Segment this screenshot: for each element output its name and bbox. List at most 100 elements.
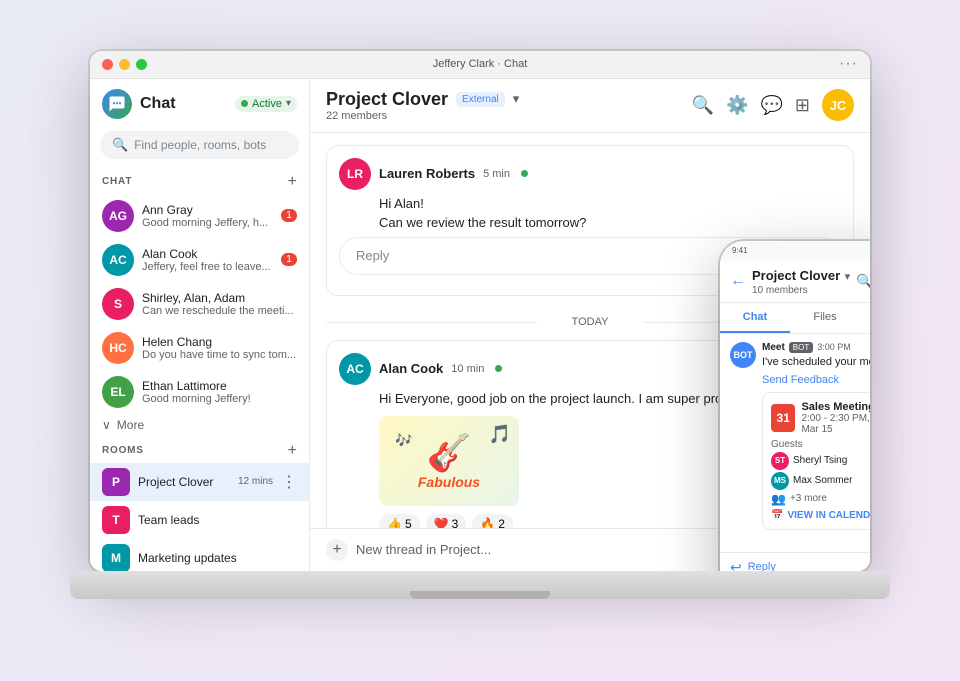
sidebar-item-helen-chang[interactable]: HC Helen Chang Do you have time to sync …: [90, 326, 309, 370]
guests-label: Guests: [771, 439, 870, 450]
meeting-time: 2:00 - 2:30 PM, Wed Mar 15: [801, 413, 870, 435]
window-menu-icon[interactable]: ···: [839, 55, 858, 73]
mobile-reply-bar[interactable]: ↩ Reply: [720, 552, 870, 571]
gif-image: 🎸 Fabulous 🎵 🎶: [379, 416, 519, 506]
reaction-heart[interactable]: ❤️ 3: [426, 514, 467, 528]
guest-name: Max Sommer: [793, 475, 852, 486]
sidebar-item-marketing-updates[interactable]: M Marketing updates: [90, 539, 309, 571]
active-status[interactable]: Active ▾: [235, 96, 297, 112]
room-time: 12 mins: [238, 476, 273, 487]
external-badge: External: [456, 92, 505, 107]
traffic-lights: [102, 59, 147, 70]
mobile-bot-message: BOT Meet BOT 3:00 PM I've scheduled your…: [730, 342, 870, 530]
chat-preview: Do you have time to sync tom...: [142, 349, 297, 361]
message-text: I've scheduled your meeting.: [762, 355, 870, 370]
send-feedback-link[interactable]: Send Feedback: [762, 374, 839, 386]
members-count: 22 members: [326, 110, 519, 122]
minimize-button[interactable]: [119, 59, 130, 70]
title-bar: Jeffery Clark · Chat ···: [90, 51, 870, 79]
reaction-count: 3: [452, 517, 459, 528]
search-icon[interactable]: 🔍: [692, 95, 714, 116]
maximize-button[interactable]: [136, 59, 147, 70]
window-title: Jeffery Clark · Chat: [433, 58, 528, 70]
guest-avatar: MS: [771, 472, 789, 490]
avatar: AC: [339, 353, 371, 385]
calendar-header: 31 Sales Meeting 2:00 - 2:30 PM, Wed Mar…: [771, 401, 870, 435]
bot-name: Meet: [762, 342, 785, 353]
message-author: Lauren Roberts: [379, 166, 475, 181]
active-chevron-icon: ▾: [286, 98, 291, 109]
online-indicator: [521, 170, 528, 177]
guest-item: MS Max Sommer: [771, 472, 870, 490]
view-calendar-link[interactable]: 📅 VIEW IN CALENDAR: [771, 510, 870, 521]
gif-text: Fabulous: [418, 474, 480, 490]
chat-preview: Jeffery, feel free to leave...: [142, 261, 273, 273]
guest-avatar: ST: [771, 452, 789, 470]
reaction-count: 5: [405, 517, 412, 528]
search-icon[interactable]: 🔍: [856, 273, 870, 290]
guest-item: ST Sheryl Tsing: [771, 452, 870, 470]
sidebar-item-alan-cook[interactable]: AC Alan Cook Jeffery, feel free to leave…: [90, 238, 309, 282]
app-logo: [102, 89, 132, 119]
room-name: Team leads: [138, 513, 297, 527]
bot-avatar: BOT: [730, 342, 756, 368]
active-dot: [241, 100, 248, 107]
sidebar-item-team-leads[interactable]: T Team leads: [90, 501, 309, 539]
search-bar[interactable]: 🔍 Find people, rooms, bots: [100, 131, 299, 159]
sidebar-item-shirley-alan-adam[interactable]: S Shirley, Alan, Adam Can we reschedule …: [90, 282, 309, 326]
calendar-date: 31: [771, 404, 795, 432]
chat-preview: Can we reschedule the meeti...: [142, 305, 297, 317]
meeting-name: Sales Meeting: [801, 401, 870, 413]
calendar-icon: 📅: [771, 510, 783, 521]
room-icon: M: [102, 544, 130, 571]
mobile-message-content: Meet BOT 3:00 PM I've scheduled your mee…: [762, 342, 870, 530]
room-icon: T: [102, 506, 130, 534]
meeting-info: Sales Meeting 2:00 - 2:30 PM, Wed Mar 15: [801, 401, 870, 435]
sidebar-item-ann-gray[interactable]: AG Ann Gray Good morning Jeffery, h... 1: [90, 194, 309, 238]
chat-name: Ethan Lattimore: [142, 379, 297, 393]
add-room-icon[interactable]: +: [288, 442, 297, 460]
sidebar-item-ethan-lattimore[interactable]: EL Ethan Lattimore Good morning Jeffery!: [90, 370, 309, 414]
message-text: Hi Alan!Can we review the result tomorro…: [339, 194, 841, 233]
avatar: LR: [339, 158, 371, 190]
back-icon[interactable]: ←: [730, 272, 746, 290]
dropdown-chevron-icon[interactable]: ▾: [513, 91, 520, 107]
apps-icon[interactable]: ⊞: [795, 95, 810, 116]
unread-badge: 1: [281, 209, 297, 222]
room-title-group: Project Clover External ▾ 22 members: [326, 89, 519, 122]
room-icon: P: [102, 468, 130, 496]
user-avatar[interactable]: JC: [822, 89, 854, 121]
guest-name: Sheryl Tsing: [793, 455, 847, 466]
reaction-fire[interactable]: 🔥 2: [472, 514, 513, 528]
tab-files[interactable]: Files: [790, 303, 860, 333]
sidebar-item-project-clover[interactable]: P Project Clover 12 mins ⋮: [90, 463, 309, 501]
active-label: Active: [252, 98, 282, 110]
reply-icon: ↩: [730, 559, 742, 571]
heart-icon: ❤️: [434, 517, 449, 528]
chat-info: Shirley, Alan, Adam Can we reschedule th…: [142, 291, 297, 317]
avatar: EL: [102, 376, 134, 408]
unread-badge: 1: [281, 253, 297, 266]
reply-label: Reply: [748, 561, 776, 571]
avatar: AC: [102, 244, 134, 276]
tab-chat[interactable]: Chat: [720, 303, 790, 333]
tab-tasks[interactable]: Tasks: [860, 303, 870, 333]
mobile-room-info: Project Clover ▾ 10 members: [752, 267, 850, 296]
chat-section-header: CHAT +: [90, 167, 309, 194]
header-actions: 🔍 ⚙️ 💬 ⊞ JC: [692, 89, 854, 121]
mobile-room-name: Project Clover: [752, 268, 840, 283]
mobile-header-icons: 🔍 ⋮: [856, 273, 870, 290]
avatar: AG: [102, 200, 134, 232]
chat-bubble-icon[interactable]: 💬: [760, 95, 782, 116]
message-header: LR Lauren Roberts 5 min: [339, 158, 841, 190]
settings-icon[interactable]: ⚙️: [726, 95, 748, 116]
avatar: HC: [102, 332, 134, 364]
thumbsup-icon: 👍: [387, 517, 402, 528]
room-options-icon[interactable]: ⋮: [281, 472, 297, 492]
close-button[interactable]: [102, 59, 113, 70]
reaction-thumbsup[interactable]: 👍 5: [379, 514, 420, 528]
more-chats-button[interactable]: ∨ More: [90, 414, 309, 436]
add-chat-icon[interactable]: +: [288, 173, 297, 191]
sidebar-header: Chat Active ▾: [90, 79, 309, 127]
reaction-count: 2: [498, 517, 505, 528]
